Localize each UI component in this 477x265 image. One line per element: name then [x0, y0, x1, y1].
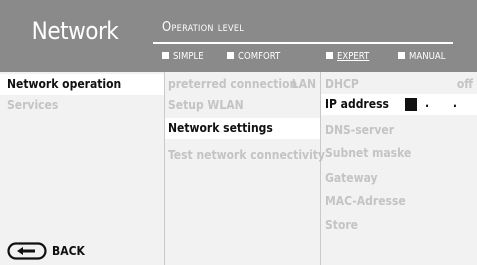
- setting-item-subnet-mask[interactable]: Subnet maske: [321, 143, 477, 164]
- setting-item-label: IP address: [325, 97, 389, 111]
- submenu-item-preferred-connection[interactable]: preterred connection LAN: [165, 74, 320, 95]
- level-checkbox-icon: [227, 52, 234, 59]
- setting-item-label: Gateway: [325, 171, 378, 185]
- setting-item-value: off: [456, 77, 473, 91]
- setting-item-dns-server[interactable]: DNS-server: [321, 120, 477, 141]
- setting-item-mac-address[interactable]: MAC-Adresse: [321, 191, 477, 212]
- menu-item-label: Network operation: [7, 77, 122, 91]
- level-label: COMFORT: [238, 51, 281, 62]
- submenu-item-label: Test network connectivity: [168, 148, 325, 162]
- setting-item-label: Subnet maske: [325, 146, 412, 160]
- menu-item-label: Services: [7, 98, 59, 112]
- setting-item-label: MAC-Adresse: [325, 194, 406, 208]
- page-title: Network: [31, 17, 119, 45]
- back-label: BACK: [52, 244, 85, 258]
- submenu-item-label: Network settings: [168, 121, 273, 135]
- ip-address-value: . . .: [425, 96, 477, 110]
- setting-item-label: Store: [325, 218, 359, 232]
- setting-item-dhcp[interactable]: DHCP off: [321, 74, 477, 95]
- menu-item-services[interactable]: Services: [0, 95, 164, 116]
- level-option-manual[interactable]: MANUAL: [398, 51, 445, 62]
- level-option-simple[interactable]: SIMPLE: [162, 51, 204, 62]
- setting-item-store[interactable]: Store: [321, 215, 477, 236]
- setting-item-gateway[interactable]: Gateway: [321, 168, 477, 189]
- back-button[interactable]: BACK: [7, 241, 85, 261]
- level-checkbox-icon: [326, 52, 333, 59]
- submenu-item-value: LAN: [291, 77, 316, 91]
- level-option-expert[interactable]: EXPERT: [326, 51, 369, 62]
- level-label: MANUAL: [409, 51, 446, 62]
- submenu-item-label: Setup WLAN: [168, 98, 244, 112]
- submenu-item-network-settings[interactable]: Network settings: [165, 118, 320, 139]
- submenu-item-setup-wlan[interactable]: Setup WLAN: [165, 95, 320, 116]
- header-divider: [153, 42, 453, 44]
- back-arrow-icon: [7, 242, 47, 260]
- ip-address-input[interactable]: . . .: [405, 96, 477, 112]
- setting-item-label: DHCP: [325, 77, 359, 91]
- submenu-item-test-network[interactable]: Test network connectivity: [165, 145, 325, 166]
- level-label: SIMPLE: [173, 51, 204, 62]
- level-checkbox-icon: [398, 52, 405, 59]
- setting-item-ip-address[interactable]: IP address . . .: [321, 94, 477, 115]
- input-cursor: [405, 98, 417, 111]
- submenu-item-label: preterred connection: [168, 77, 298, 91]
- header-bar: Network Operation level SIMPLE COMFORT E…: [0, 0, 477, 72]
- menu-item-network-operation[interactable]: Network operation: [0, 74, 164, 95]
- level-checkbox-icon: [162, 52, 169, 59]
- level-label: EXPERT: [337, 51, 370, 62]
- operation-level-label: Operation level: [162, 20, 245, 35]
- setting-item-label: DNS-server: [325, 123, 395, 137]
- network-screen: Network Operation level SIMPLE COMFORT E…: [0, 0, 477, 265]
- level-option-comfort[interactable]: COMFORT: [227, 51, 280, 62]
